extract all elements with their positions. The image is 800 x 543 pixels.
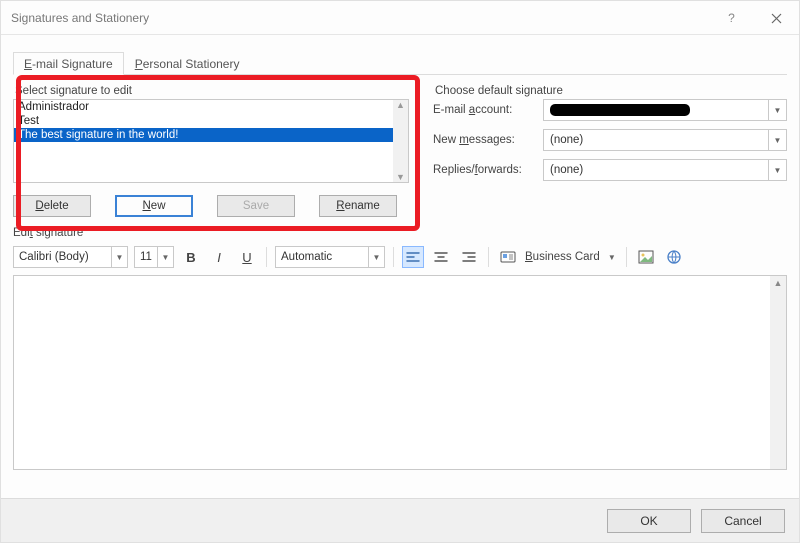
signature-listbox[interactable]: Administrador Test The best signature in…: [13, 99, 409, 183]
email-account-select[interactable]: ▼: [543, 99, 787, 121]
bold-button[interactable]: B: [180, 246, 202, 268]
scroll-up-icon[interactable]: ▲: [396, 100, 405, 110]
signature-editor[interactable]: ▲: [13, 275, 787, 470]
align-center-button[interactable]: [430, 246, 452, 268]
listbox-scrollbar[interactable]: ▲ ▼: [393, 100, 408, 182]
font-size-select[interactable]: 11 ▼: [134, 246, 174, 268]
align-left-button[interactable]: [402, 246, 424, 268]
separator: [626, 247, 627, 267]
edit-signature-label: Edit signature: [13, 227, 787, 239]
select-signature-label: Select signature to edit: [15, 85, 409, 97]
chevron-down-icon[interactable]: ▼: [768, 160, 786, 180]
scroll-down-icon[interactable]: ▼: [396, 172, 405, 182]
save-button: Save: [217, 195, 295, 217]
cancel-button[interactable]: Cancel: [701, 509, 785, 533]
ok-button[interactable]: OK: [607, 509, 691, 533]
font-family-select[interactable]: Calibri (Body) ▼: [13, 246, 128, 268]
list-item[interactable]: Administrador: [14, 100, 393, 114]
tab-email-signature[interactable]: E-mail Signature: [13, 52, 124, 75]
scroll-up-icon[interactable]: ▲: [774, 278, 783, 288]
dropdown-icon[interactable]: ▼: [606, 246, 618, 268]
font-color-select[interactable]: Automatic ▼: [275, 246, 385, 268]
list-item[interactable]: Test: [14, 114, 393, 128]
business-card-label[interactable]: Business Card: [525, 251, 600, 263]
signatures-dialog: Signatures and Stationery ? E-mail Signa…: [0, 0, 800, 543]
tab-personal-stationery[interactable]: Personal Stationery: [124, 52, 251, 75]
chevron-down-icon[interactable]: ▼: [768, 100, 786, 120]
window-title: Signatures and Stationery: [11, 11, 149, 25]
email-account-value-redacted: [550, 104, 690, 116]
default-signature-label: Choose default signature: [435, 85, 787, 97]
tab-strip: E-mail Signature Personal Stationery: [13, 51, 787, 75]
underline-button[interactable]: U: [236, 246, 258, 268]
new-button[interactable]: New: [115, 195, 193, 217]
chevron-down-icon[interactable]: ▼: [368, 247, 384, 267]
delete-button[interactable]: Delete: [13, 195, 91, 217]
insert-hyperlink-button[interactable]: [663, 246, 685, 268]
email-account-label: E-mail account:: [433, 104, 543, 116]
close-button[interactable]: [754, 1, 799, 35]
replies-select[interactable]: (none) ▼: [543, 159, 787, 181]
replies-label: Replies/forwards:: [433, 164, 543, 176]
new-messages-select[interactable]: (none) ▼: [543, 129, 787, 151]
editor-scrollbar[interactable]: ▲: [770, 276, 786, 469]
help-button[interactable]: ?: [709, 1, 754, 35]
align-right-button[interactable]: [458, 246, 480, 268]
new-messages-label: New messages:: [433, 134, 543, 146]
chevron-down-icon[interactable]: ▼: [111, 247, 127, 267]
insert-picture-button[interactable]: [635, 246, 657, 268]
edit-toolbar: Calibri (Body) ▼ 11 ▼ B I U Automatic ▼: [13, 243, 787, 271]
chevron-down-icon[interactable]: ▼: [157, 247, 173, 267]
dialog-buttons: OK Cancel: [1, 498, 799, 542]
rename-button[interactable]: Rename: [319, 195, 397, 217]
chevron-down-icon[interactable]: ▼: [768, 130, 786, 150]
titlebar: Signatures and Stationery ?: [1, 1, 799, 35]
separator: [488, 247, 489, 267]
list-item[interactable]: The best signature in the world!: [14, 128, 393, 142]
separator: [266, 247, 267, 267]
italic-button[interactable]: I: [208, 246, 230, 268]
separator: [393, 247, 394, 267]
business-card-icon[interactable]: [497, 246, 519, 268]
